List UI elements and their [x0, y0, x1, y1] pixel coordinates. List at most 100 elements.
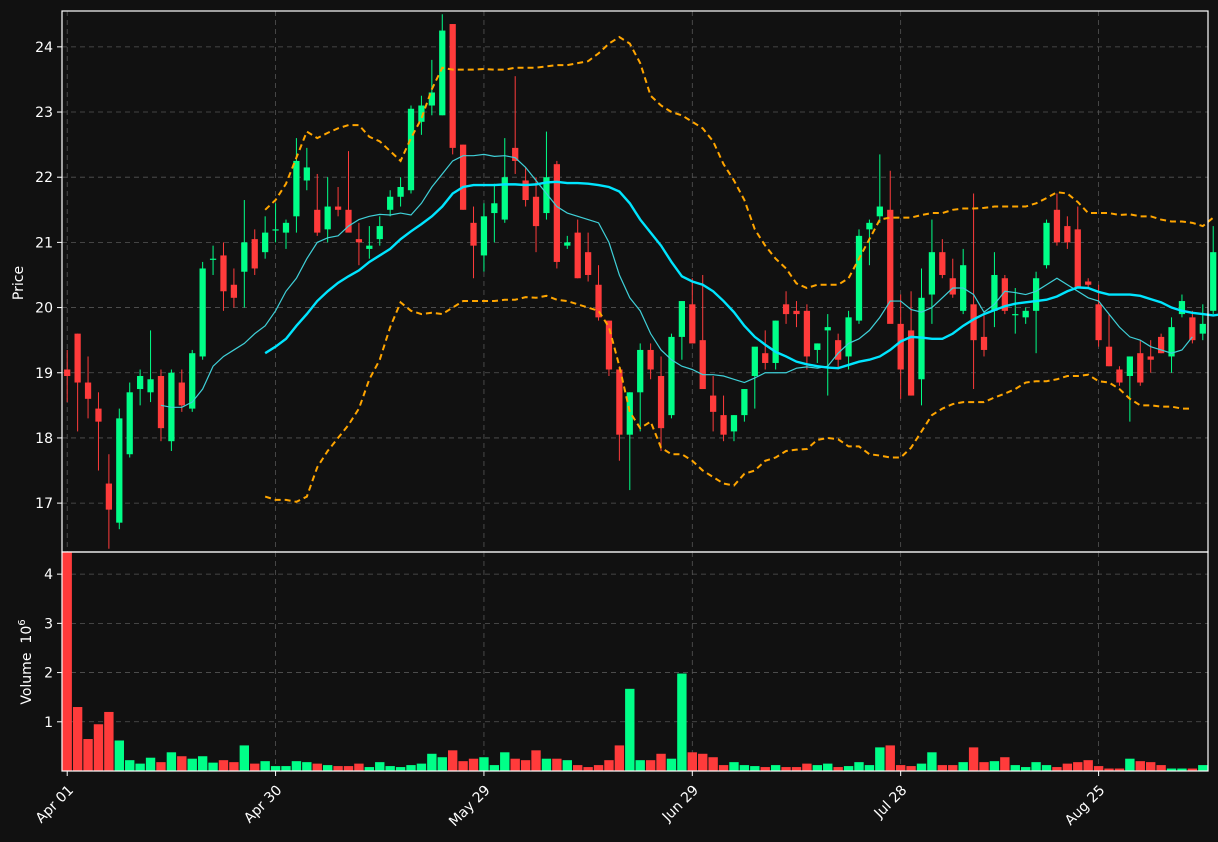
volume-bar: [1000, 757, 1010, 771]
volume-bar: [510, 758, 520, 771]
candle-body: [710, 395, 717, 412]
volume-bar: [625, 688, 635, 771]
volume-frame: [61, 551, 1209, 772]
x-tick-label: Aug 25: [1062, 782, 1108, 828]
candle-body: [1032, 278, 1040, 311]
candle-body: [366, 245, 373, 249]
volume-tick-label: 2: [44, 666, 53, 682]
candle: [293, 138, 300, 233]
volume-tick-label: 3: [44, 616, 53, 632]
candle-body: [64, 369, 71, 377]
candle: [1189, 310, 1196, 344]
volume-bar: [687, 752, 697, 771]
candle: [939, 239, 946, 279]
volume-bar: [1083, 760, 1093, 771]
volume-bar: [729, 762, 739, 771]
candle: [480, 203, 488, 272]
volume-bar: [375, 762, 385, 771]
candle-body: [480, 216, 488, 256]
volume-bar: [208, 762, 218, 771]
candle-body: [345, 209, 352, 233]
price-tick-label: 22: [35, 170, 53, 186]
volume-bar: [177, 756, 187, 771]
candle: [220, 242, 227, 311]
volume-bar: [62, 552, 72, 771]
candle-body: [439, 30, 446, 116]
volume-bar: [458, 761, 468, 771]
candle: [949, 258, 956, 298]
candle-body: [241, 242, 248, 272]
volume-bar: [812, 765, 823, 771]
candle-body: [1022, 310, 1029, 318]
candle-body: [605, 320, 613, 370]
candle-body: [678, 301, 686, 337]
volume-bar: [416, 763, 427, 771]
candle: [710, 376, 717, 432]
candle: [282, 219, 290, 249]
candle-body: [980, 336, 988, 350]
volume-bar: [281, 766, 291, 771]
volume-bar: [500, 752, 510, 771]
candle-body: [1116, 369, 1123, 383]
candle: [1022, 307, 1029, 324]
candle: [772, 320, 779, 370]
candle-body: [1085, 281, 1092, 285]
candle: [355, 222, 363, 266]
candle: [241, 200, 248, 308]
volume-bar: [645, 760, 656, 771]
candle: [991, 252, 998, 328]
volume-bar: [156, 762, 166, 771]
volume-bar: [656, 753, 666, 771]
volume-bar: [541, 758, 552, 771]
volume-bar: [312, 763, 322, 771]
candle: [762, 330, 769, 370]
volume-bar: [1156, 765, 1166, 771]
candle: [668, 333, 675, 419]
candle: [1043, 219, 1050, 269]
candle-body: [147, 379, 154, 393]
x-tick-label: Apr 01: [33, 782, 77, 826]
candle-body: [314, 209, 321, 233]
volume-bar: [322, 765, 333, 771]
candle: [407, 105, 415, 194]
candle-body: [762, 353, 769, 363]
candle: [553, 160, 560, 269]
candle-body: [949, 278, 956, 295]
volume-bar: [229, 762, 239, 771]
candle: [647, 343, 654, 380]
volume-bar: [1146, 762, 1156, 771]
volume-bar: [1010, 765, 1020, 771]
candle-body: [741, 389, 748, 416]
candle-body: [647, 349, 654, 370]
candle-body: [459, 144, 467, 210]
candle-body: [855, 235, 863, 321]
candle-body: [574, 232, 581, 279]
candle: [793, 301, 800, 328]
volume-bar: [906, 766, 916, 771]
candle-body: [1147, 356, 1154, 360]
candle: [449, 24, 456, 155]
volume-bar: [802, 763, 812, 771]
candle-body: [303, 167, 310, 181]
candle: [522, 167, 529, 207]
candle-body: [803, 310, 811, 357]
candle: [1085, 278, 1092, 289]
candle-body: [782, 304, 790, 315]
volume-bar: [385, 766, 395, 771]
candle-body: [230, 284, 238, 298]
candle-body: [387, 196, 394, 210]
candle: [730, 415, 738, 442]
volume-bar: [916, 763, 927, 771]
volume-bar: [937, 765, 948, 771]
price-tick-label: 17: [35, 496, 53, 512]
candle: [657, 356, 665, 451]
volume-bar: [666, 758, 677, 771]
candle: [491, 183, 498, 243]
volume-bar: [875, 747, 885, 771]
candle-body: [689, 304, 696, 344]
candle: [387, 190, 394, 217]
candle-body: [720, 415, 727, 435]
volume-bar: [1062, 763, 1073, 771]
volume-tick-label: 4: [44, 567, 53, 583]
candle: [74, 333, 81, 432]
